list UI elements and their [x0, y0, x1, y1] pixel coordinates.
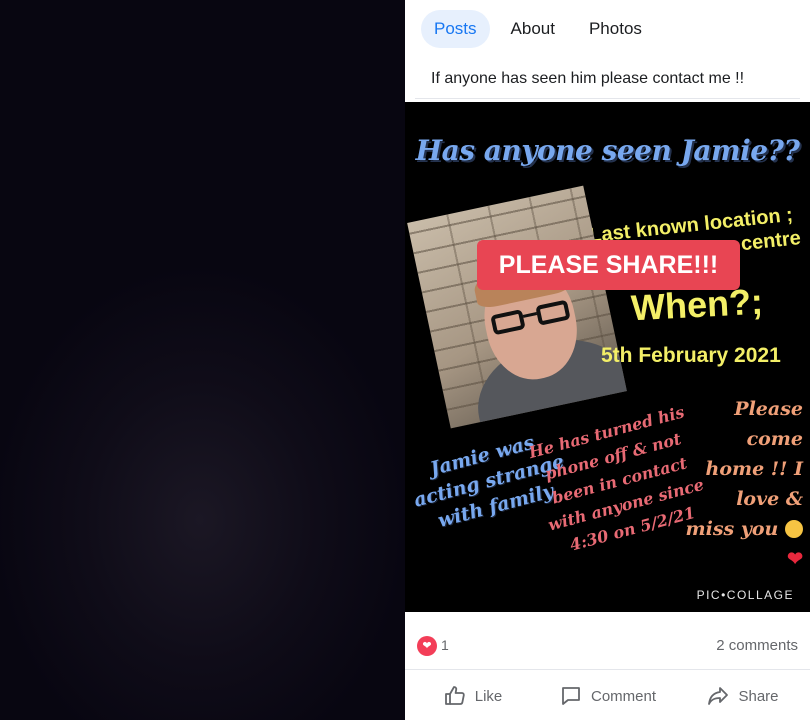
image-title: Has anyone seen Jamie?? — [415, 134, 800, 167]
kiss-emoji-icon — [785, 520, 803, 538]
thumbs-up-icon — [444, 686, 465, 705]
profile-tabs: Posts About Photos — [405, 0, 810, 58]
missing-person-photo — [407, 185, 627, 429]
background-video-area — [0, 0, 405, 720]
reactions-bar: ❤ 1 2 comments — [405, 618, 810, 670]
post-text: If anyone has seen him please contact me… — [405, 58, 810, 100]
comment-icon — [562, 687, 580, 705]
date-text: 5th February 2021 — [601, 344, 781, 367]
post-actions: Like Comment Share — [405, 672, 810, 720]
tab-photos[interactable]: Photos — [576, 10, 655, 48]
love-reaction-icon[interactable]: ❤ — [417, 636, 437, 656]
heart-emoji-icon: ❤ — [787, 548, 803, 570]
like-button[interactable]: Like — [405, 672, 540, 720]
reaction-count[interactable]: 1 — [441, 637, 449, 653]
please-share-badge: PLEASE SHARE!!! — [477, 240, 740, 290]
comments-count[interactable]: 2 comments — [716, 637, 798, 654]
divider — [415, 98, 800, 99]
tab-about[interactable]: About — [498, 10, 568, 48]
share-button[interactable]: Share — [675, 672, 810, 720]
share-label: Share — [738, 687, 779, 705]
watermark: PIC•COLLAGE — [696, 588, 794, 602]
orange-script-line: Please come home !! I love & miss you — [685, 398, 803, 540]
post-text-line: If anyone has seen him please contact me… — [431, 70, 745, 87]
comment-button[interactable]: Comment — [540, 672, 675, 720]
facebook-post-screen: Posts About Photos If anyone has seen hi… — [405, 0, 810, 720]
when-label: When?; — [629, 280, 764, 329]
tab-posts[interactable]: Posts — [421, 10, 490, 48]
share-icon — [708, 687, 729, 705]
orange-script-text: Please come home !! I love & miss you ❤ — [685, 394, 803, 574]
post-image[interactable]: Has anyone seen Jamie?? Last known locat… — [405, 102, 810, 612]
comment-label: Comment — [590, 687, 657, 705]
like-label: Like — [474, 687, 503, 705]
